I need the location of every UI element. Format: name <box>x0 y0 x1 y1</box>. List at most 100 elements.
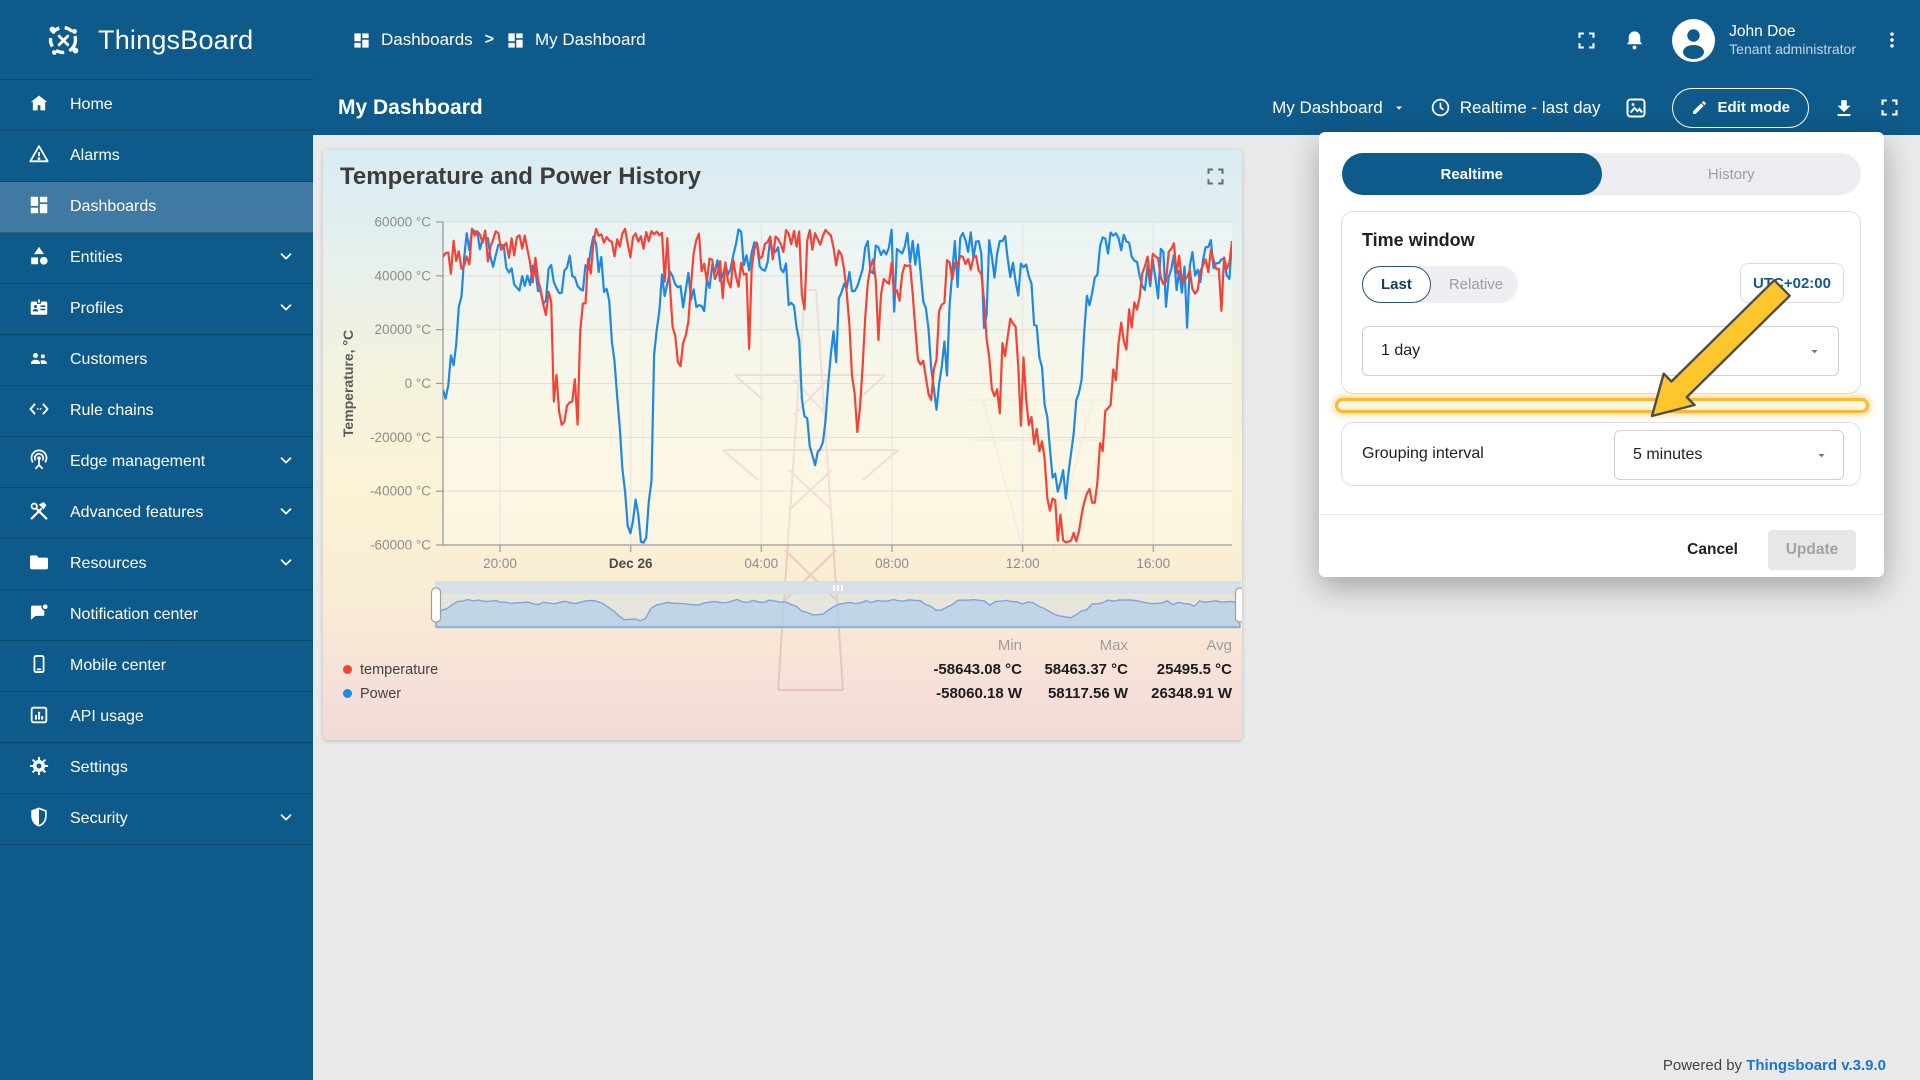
sidebar-item-advanced-features[interactable]: Advanced features <box>0 488 313 539</box>
sidebar-item-notification-center[interactable]: Notification center <box>0 590 313 641</box>
thingsboard-logo-icon <box>40 17 86 63</box>
clock-icon <box>1431 98 1449 117</box>
caret-down-icon <box>1818 453 1825 457</box>
time-window-heading: Time window <box>1362 230 1475 250</box>
sidebar-item-label: Rule chains <box>70 402 154 419</box>
sidebar-item-edge-management[interactable]: Edge management <box>0 437 313 488</box>
timezone-button[interactable]: UTC+02:00 <box>1740 263 1844 303</box>
sidebar-item-label: Dashboards <box>70 198 157 215</box>
legend-avg-value: 25495.5 °C <box>1156 661 1232 678</box>
api-chart-icon <box>28 704 50 731</box>
user-name: John Doe <box>1729 22 1796 40</box>
sidebar-item-resources[interactable]: Resources <box>0 539 313 590</box>
rule-chain-icon <box>28 398 50 425</box>
svg-text:Temperature, °C: Temperature, °C <box>340 330 356 437</box>
svg-text:-60000 °C: -60000 °C <box>370 538 431 553</box>
edit-mode-button[interactable]: Edit mode <box>1672 87 1809 128</box>
user-role: Tenant administrator <box>1729 40 1856 57</box>
sidebar-item-dashboards[interactable]: Dashboards <box>0 182 313 233</box>
sidebar-item-label: Entities <box>70 249 123 266</box>
fullscreen-icon[interactable] <box>1879 97 1900 118</box>
download-icon[interactable] <box>1833 97 1855 119</box>
breadcrumb-dashboards[interactable]: Dashboards <box>352 30 473 50</box>
gear-icon <box>28 755 50 782</box>
chevron-down-icon <box>277 808 295 831</box>
sidebar-item-profiles[interactable]: Profiles <box>0 284 313 335</box>
toggle-relative[interactable]: Relative <box>1431 266 1521 303</box>
sidebar-item-label: Security <box>70 810 128 827</box>
dashboard-image-icon[interactable] <box>1624 96 1648 120</box>
legend-header: Max <box>1099 637 1128 654</box>
dashboard-icon <box>352 31 371 50</box>
widget-expand-icon[interactable] <box>1205 166 1226 192</box>
svg-text:08:00: 08:00 <box>875 556 909 571</box>
tab-realtime[interactable]: Realtime <box>1342 153 1602 195</box>
breadcrumb-my-dashboard[interactable]: My Dashboard <box>506 30 646 50</box>
highlighted-hidden-row[interactable] <box>1335 398 1869 413</box>
update-button: Update <box>1768 530 1856 570</box>
powered-by: Powered by Thingsboard v.3.9.0 <box>1662 1057 1886 1074</box>
sidebar-item-label: Advanced features <box>70 504 204 521</box>
chevron-down-icon <box>277 553 295 576</box>
app-title: ThingsBoard <box>98 24 254 55</box>
cancel-button[interactable]: Cancel <box>1687 541 1738 559</box>
navigator-right-handle[interactable] <box>1234 587 1243 623</box>
notification-icon <box>28 602 50 629</box>
widget-title: Temperature and Power History <box>340 163 701 190</box>
sidebar-item-alarms[interactable]: Alarms <box>0 131 313 182</box>
header-actions: John Doe Tenant administrator <box>1576 0 1902 80</box>
sidebar-item-rule-chains[interactable]: Rule chains <box>0 386 313 437</box>
toggle-last[interactable]: Last <box>1362 266 1431 303</box>
notifications-bell-icon[interactable] <box>1623 29 1646 52</box>
chart-legend: Min Max Avg temperature -58643.08 °C 58463.37… <box>343 637 1232 702</box>
avatar <box>1672 18 1716 62</box>
navigator-left-handle[interactable] <box>430 587 442 623</box>
category-icon <box>28 245 50 272</box>
chart-widget: 60000 °C 40000 °C 20000 °C 0 °C -20000 °C -40… <box>323 150 1242 740</box>
realtime-history-tabs: Realtime History <box>1342 153 1861 195</box>
series-color-dot <box>343 689 352 698</box>
badge-icon <box>28 296 50 323</box>
dashboard-select[interactable]: My Dashboard <box>1272 98 1406 118</box>
sidebar-item-mobile-center[interactable]: Mobile center <box>0 641 313 692</box>
sidebar-item-label: Notification center <box>70 606 199 623</box>
legend-series-power[interactable]: Power <box>343 685 912 702</box>
svg-text:-40000 °C: -40000 °C <box>370 484 431 499</box>
grouping-interval-select[interactable]: 5 minutes <box>1614 430 1844 480</box>
sidebar-item-label: Profiles <box>70 300 124 317</box>
more-vert-icon[interactable] <box>1882 30 1902 50</box>
caret-down-icon <box>1395 106 1402 110</box>
user-info: John Doe Tenant administrator <box>1729 22 1856 59</box>
interval-select[interactable]: 1 day <box>1362 326 1839 376</box>
dashboard-icon <box>28 194 50 221</box>
svg-text:20:00: 20:00 <box>483 556 517 571</box>
sidebar-item-label: Customers <box>70 351 148 368</box>
legend-max-value: 58463.37 °C <box>1044 661 1128 678</box>
user-menu[interactable]: John Doe Tenant administrator <box>1672 18 1856 62</box>
svg-text:40000 °C: 40000 °C <box>375 268 432 283</box>
top-header: ThingsBoard Dashboards > My Dashboard Jo… <box>0 0 1920 80</box>
sidebar-item-home[interactable]: Home <box>0 80 313 131</box>
sidebar-item-entities[interactable]: Entities <box>0 233 313 284</box>
sidebar-item-customers[interactable]: Customers <box>0 335 313 386</box>
legend-series-temperature[interactable]: temperature <box>343 661 912 678</box>
pencil-icon <box>1693 101 1707 114</box>
app-logo[interactable]: ThingsBoard <box>0 0 313 80</box>
grouping-interval-card: Grouping interval 5 minutes <box>1341 422 1861 486</box>
time-window-button[interactable]: Realtime - last day <box>1430 97 1600 118</box>
grouping-interval-label: Grouping interval <box>1362 445 1484 462</box>
sidebar-item-security[interactable]: Security <box>0 794 313 845</box>
svg-text:60000 °C: 60000 °C <box>375 215 432 230</box>
fullscreen-icon[interactable] <box>1576 30 1597 51</box>
sidebar-item-settings[interactable]: Settings <box>0 743 313 794</box>
people-icon <box>28 347 50 374</box>
sidebar-item-api-usage[interactable]: API usage <box>0 692 313 743</box>
chevron-down-icon <box>277 247 295 270</box>
tab-history[interactable]: History <box>1602 153 1862 195</box>
sidebar-item-label: API usage <box>70 708 144 725</box>
sidebar-nav: Home Alarms Dashboards Entities Profiles Cust… <box>0 80 313 1080</box>
legend-header: Min <box>997 637 1022 654</box>
home-icon <box>28 92 50 119</box>
thingsboard-version-link[interactable]: Thingsboard v.3.9.0 <box>1746 1057 1886 1074</box>
smartphone-icon <box>28 653 50 680</box>
